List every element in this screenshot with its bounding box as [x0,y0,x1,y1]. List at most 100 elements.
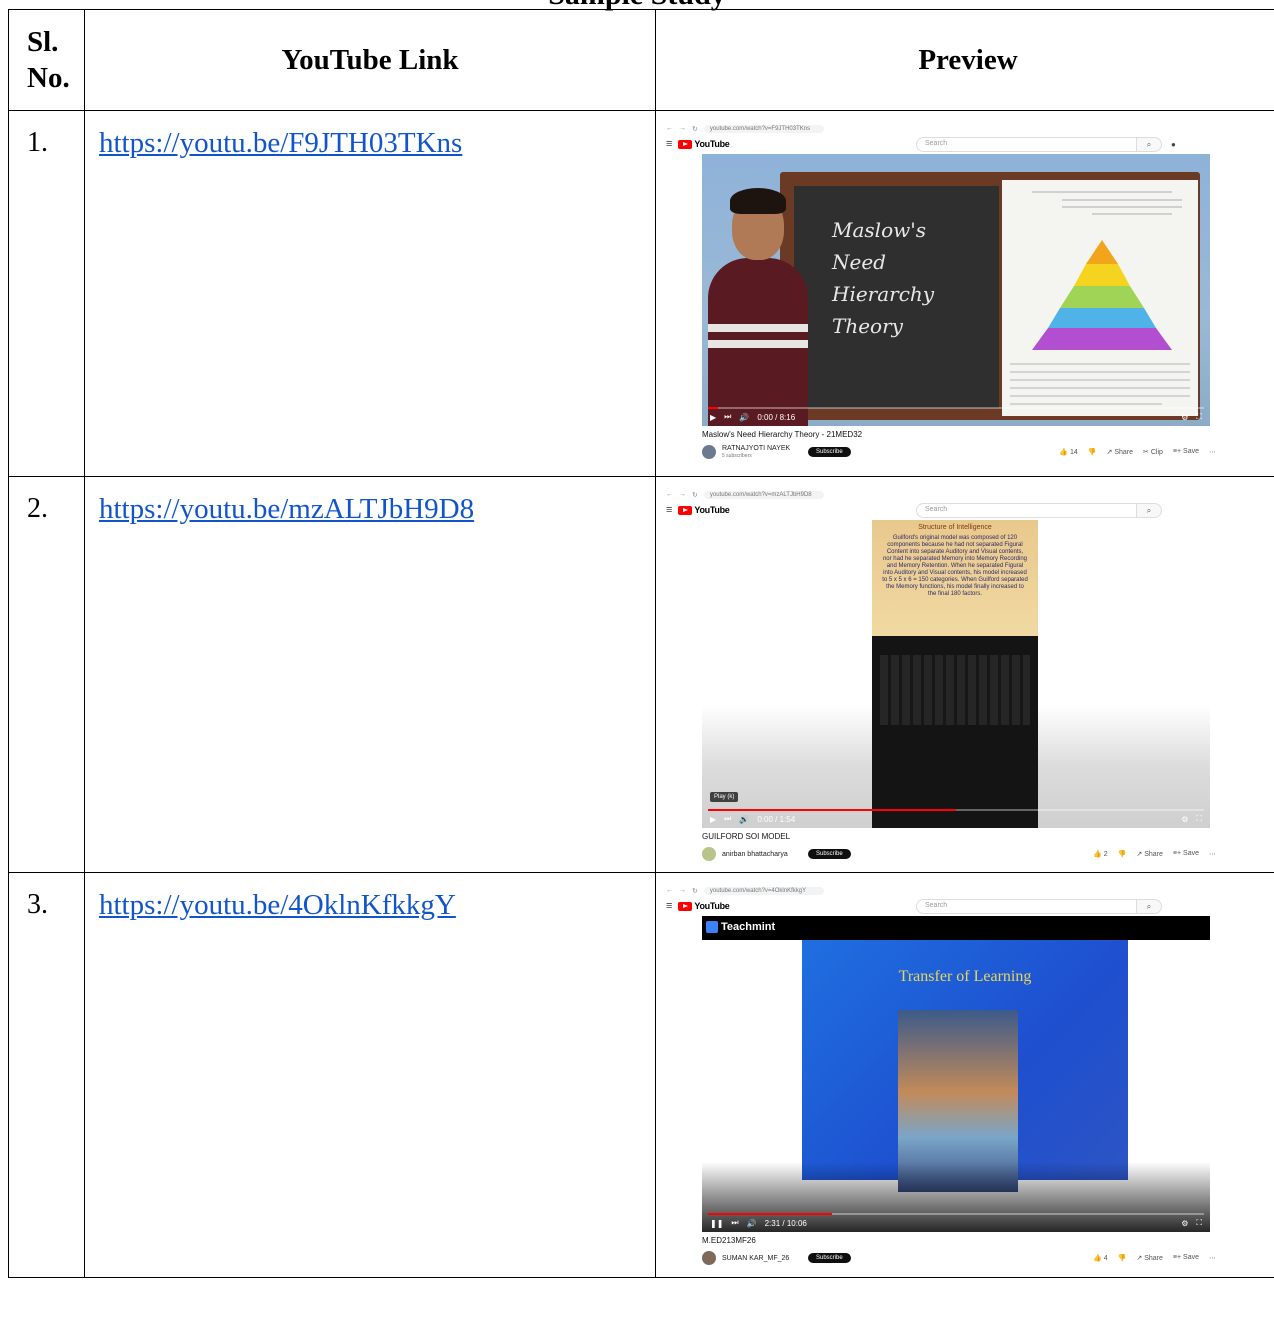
address-bar: youtube.com/watch?v=mzALTJbH9D8 [703,490,824,499]
menu-icon: ≡ [666,900,673,912]
header-sl-no: Sl. No. [8,9,85,111]
browser-bar: ← → ↻ youtube.com/watch?v=4OklnKfkkgY [666,885,1216,896]
channel-name: RATNAJYOTI NAYEK 5 subscribers [722,444,791,459]
reload-icon: ↻ [692,887,698,895]
search-icon: ⌕ [1136,898,1162,914]
fullscreen-icon[interactable]: ⛶ [1196,1218,1202,1228]
youtube-header: ≡ YouTube Search ⌕ [666,500,1216,520]
save-button[interactable]: ≡+ Save [1173,1254,1199,1262]
share-button[interactable]: ↗ Share [1107,448,1134,456]
video-meta: RATNAJYOTI NAYEK 5 subscribers Subscribe… [702,441,1216,463]
volume-icon[interactable]: 🔊 [739,815,749,824]
youtube-logo: YouTube [678,139,730,149]
chalkboard-text: Maslow's Need Hierarchy Theory [832,218,935,338]
video-links-table: Sl. No. YouTube Link Preview 1. https://… [8,9,1274,1278]
save-button[interactable]: ≡+ Save [1173,850,1199,858]
pause-icon[interactable]: ❚❚ [710,1219,723,1228]
volume-icon[interactable]: 🔊 [739,413,749,422]
dislike-icon[interactable]: 👎 [1118,850,1127,858]
teachmint-logo: Teachmint [706,921,775,933]
hierarchy-chart [1002,180,1198,416]
next-icon[interactable]: ⏭ [724,412,731,422]
subscribe-button[interactable]: Subscribe [808,1253,851,1263]
search-icon: ⌕ [1136,136,1162,152]
subscribe-button[interactable]: Subscribe [808,447,851,457]
preview-cell: ← → ↻ youtube.com/watch?v=4OklnKfkkgY ≡ … [655,872,1274,1278]
table-row: 2. https://youtu.be/mzALTJbH9D8 ← → ↻ yo… [8,476,1274,873]
video-player: Teachmint Transfer of Learning ❚❚ ⏭ 🔊 2:… [702,916,1210,1232]
clip-button[interactable]: ✂ Clip [1143,448,1163,456]
header-row: Sl. No. YouTube Link Preview [8,9,1274,111]
header-preview: Preview [655,9,1274,111]
dislike-icon[interactable]: 👎 [1118,1254,1127,1262]
youtube-link[interactable]: https://youtu.be/4OklnKfkkgY [99,889,456,921]
channel-name: SUMAN KAR_MF_26 [722,1254,790,1262]
youtube-screenshot: ← → ↻ youtube.com/watch?v=mzALTJbH9D8 ≡ … [666,489,1216,865]
back-icon: ← [666,491,673,498]
player-controls: ▶ ⏭ 🔊 0:00 / 1:54 ⚙ ⛶ [702,810,1210,828]
play-icon[interactable]: ▶ [710,413,716,422]
preview-cell: ← → ↻ youtube.com/watch?v=F9JTH03TKns ≡ … [655,110,1274,477]
share-button[interactable]: ↗ Share [1136,850,1163,858]
mic-icon: ● [1171,139,1176,149]
dislike-icon[interactable]: 👎 [1088,448,1097,456]
like-button[interactable]: 👍 2 [1093,850,1108,858]
video-meta: anirban bhattacharya Subscribe 👍 2 👎 ↗ S… [702,843,1216,865]
avatar [702,1251,716,1265]
browser-bar: ← → ↻ youtube.com/watch?v=mzALTJbH9D8 [666,489,1216,500]
more-icon[interactable]: ⋯ [1209,850,1216,858]
play-tooltip: Play (k) [710,792,739,802]
like-button[interactable]: 👍 4 [1093,1254,1108,1262]
more-icon[interactable]: ⋯ [1209,448,1216,456]
reload-icon: ↻ [692,125,698,133]
link-cell: https://youtu.be/mzALTJbH9D8 [84,476,656,873]
table-row: 3. https://youtu.be/4OklnKfkkgY ← → ↻ yo… [8,872,1274,1278]
search-icon: ⌕ [1136,502,1162,518]
settings-icon[interactable]: ⚙ [1181,413,1188,422]
share-button[interactable]: ↗ Share [1136,1254,1163,1262]
forward-icon: → [679,887,686,894]
menu-icon: ≡ [666,504,673,516]
next-icon[interactable]: ⏭ [724,814,731,824]
back-icon: ← [666,125,673,132]
video-title: Maslow's Need Hierarchy Theory - 21MED32 [702,430,863,439]
fullscreen-icon[interactable]: ⛶ [1196,814,1202,824]
youtube-logo: YouTube [678,505,730,515]
play-icon[interactable]: ▶ [710,815,716,824]
time-display: 0:00 / 8:16 [757,412,796,422]
save-button[interactable]: ≡+ Save [1173,448,1199,456]
time-display: 2:31 / 10:06 [764,1218,807,1228]
forward-icon: → [679,125,686,132]
player-controls: ❚❚ ⏭ 🔊 2:31 / 10:06 ⚙ ⛶ [702,1214,1210,1232]
row-number: 1. [8,110,85,477]
table-row: 1. https://youtu.be/F9JTH03TKns ← → ↻ yo… [8,110,1274,477]
avatar [702,847,716,861]
preview-cell: ← → ↻ youtube.com/watch?v=mzALTJbH9D8 ≡ … [655,476,1274,873]
link-cell: https://youtu.be/4OklnKfkkgY [84,872,656,1278]
header-youtube-link: YouTube Link [84,9,656,111]
youtube-link[interactable]: https://youtu.be/mzALTJbH9D8 [99,493,474,525]
keyboard [880,655,1030,725]
settings-icon[interactable]: ⚙ [1181,815,1188,824]
slide-title: Transfer of Learning [898,968,1032,985]
row-number: 2. [8,476,85,873]
fullscreen-icon[interactable]: ⛶ [1196,412,1202,422]
youtube-header: ≡ YouTube Search ⌕ ● [666,134,1216,154]
youtube-screenshot: ← → ↻ youtube.com/watch?v=F9JTH03TKns ≡ … [666,123,1216,463]
row-number: 3. [8,872,85,1278]
youtube-logo: YouTube [678,901,730,911]
search-input: Search [916,898,1146,914]
player-controls: ▶ ⏭ 🔊 0:00 / 8:16 ⚙ ⛶ [702,408,1210,426]
youtube-link[interactable]: https://youtu.be/F9JTH03TKns [99,127,462,159]
subscribe-button[interactable]: Subscribe [808,849,851,859]
volume-icon[interactable]: 🔊 [747,1219,757,1228]
more-icon[interactable]: ⋯ [1209,1254,1216,1262]
menu-icon: ≡ [666,138,673,150]
like-button[interactable]: 👍 14 [1059,448,1077,456]
channel-name: anirban bhattacharya [722,850,788,858]
next-icon[interactable]: ⏭ [731,1218,738,1228]
settings-icon[interactable]: ⚙ [1181,1219,1188,1228]
youtube-header: ≡ YouTube Search ⌕ [666,896,1216,916]
address-bar: youtube.com/watch?v=F9JTH03TKns [703,124,824,133]
forward-icon: → [679,491,686,498]
